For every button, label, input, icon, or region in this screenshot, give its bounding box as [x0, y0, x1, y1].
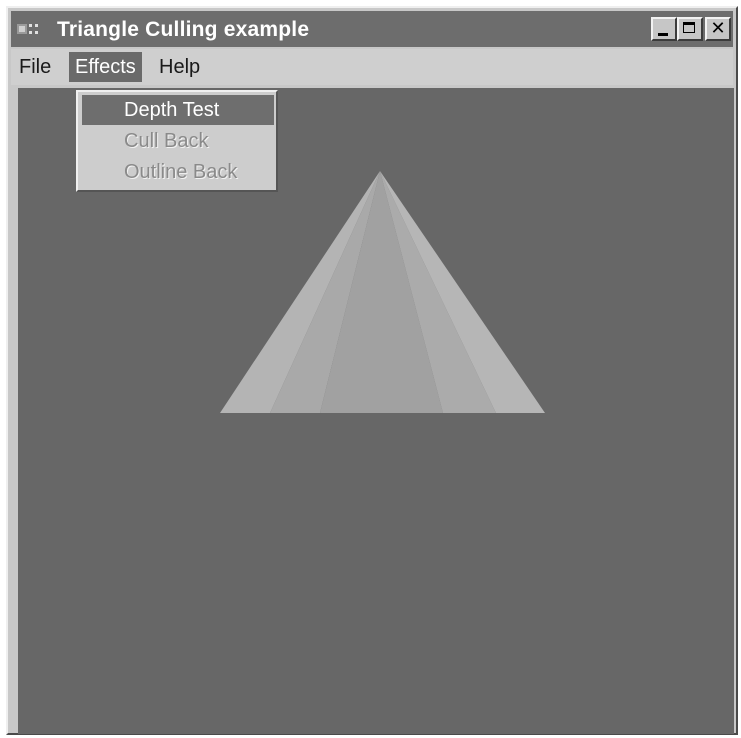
menu-help-label: Help [159, 56, 201, 78]
menu-item-outline-back-label: Outline Back [124, 161, 238, 183]
menu-item-cull-back-label: Cull Back [124, 130, 209, 152]
menu-effects-label: Effects [75, 56, 136, 78]
menu-file-label: File [19, 56, 52, 78]
app-icon [17, 24, 38, 34]
menu-effects[interactable]: Effects [69, 52, 142, 82]
maximize-button[interactable] [677, 17, 703, 41]
window-title: Triangle Culling example [57, 18, 310, 41]
minimize-button[interactable] [651, 17, 677, 41]
title-bar[interactable]: Triangle Culling example ✕ [11, 11, 733, 47]
menu-item-depth-test[interactable]: Depth Test [82, 95, 274, 125]
menu-item-outline-back[interactable]: Outline Back [82, 157, 274, 187]
effects-dropdown-menu: Depth Test Cull Back Outline Back [76, 90, 278, 192]
menu-item-depth-test-label: Depth Test [124, 99, 220, 121]
close-button[interactable]: ✕ [705, 17, 731, 41]
menu-file[interactable]: File [13, 52, 57, 82]
close-icon: ✕ [710, 18, 726, 39]
menu-item-cull-back[interactable]: Cull Back [82, 126, 274, 156]
menu-bar: File Effects Help [11, 49, 733, 85]
menu-help[interactable]: Help [153, 52, 206, 82]
application-window: Triangle Culling example ✕ File Effects … [6, 6, 738, 735]
minimize-icon [658, 33, 668, 36]
maximize-icon [683, 22, 695, 33]
